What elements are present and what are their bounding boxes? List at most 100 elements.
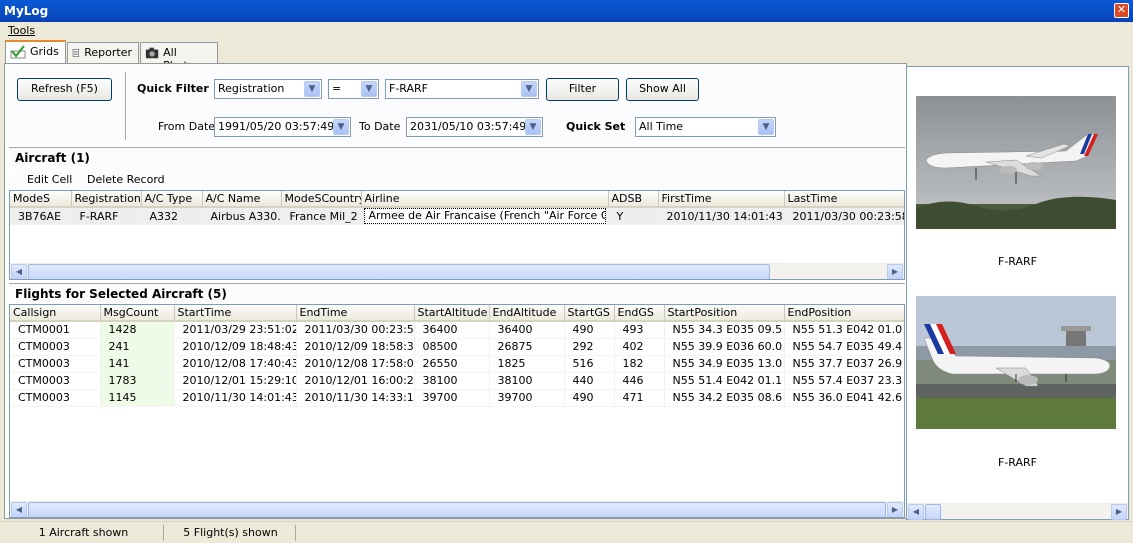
- cell[interactable]: CTM0003: [10, 355, 101, 373]
- aircraft-horizontal-scrollbar[interactable]: ◀ ▶: [10, 263, 904, 279]
- photo-horizontal-scrollbar[interactable]: ◀ ▶: [907, 503, 1128, 520]
- cell[interactable]: CTM0003: [10, 372, 101, 390]
- cell[interactable]: 26550: [414, 355, 490, 373]
- cell[interactable]: 2011/03/30 00:23:58: [296, 321, 415, 339]
- show-all-button[interactable]: Show All: [626, 78, 699, 101]
- cell[interactable]: Airbus A330...: [202, 207, 282, 225]
- cell[interactable]: 490: [564, 321, 615, 339]
- col-header-ac-type[interactable]: A/C Type: [141, 191, 203, 208]
- cell[interactable]: 141: [100, 355, 175, 373]
- col-header-end-time[interactable]: EndTime: [296, 305, 415, 322]
- table-row[interactable]: 3B76AE F-RARF A332 Airbus A330... France…: [10, 207, 904, 225]
- delete-record-button[interactable]: Delete Record: [87, 173, 165, 186]
- cell[interactable]: N55 54.7 E035 49.4: [784, 338, 904, 356]
- col-header-ac-name[interactable]: A/C Name: [202, 191, 282, 208]
- cell[interactable]: 36400: [414, 321, 490, 339]
- table-row[interactable]: CTM0003 141 2010/12/08 17:40:43 2010/12/08 …: [10, 355, 904, 373]
- cell[interactable]: 2010/12/08 17:58:03: [296, 355, 415, 373]
- edit-cell-button[interactable]: Edit Cell: [27, 173, 72, 186]
- col-header-modes-country[interactable]: ModeSCountry: [281, 191, 362, 208]
- cell[interactable]: 2010/12/09 18:58:39: [296, 338, 415, 356]
- col-header-msg-count[interactable]: MsgCount: [100, 305, 175, 322]
- col-header-start-position[interactable]: StartPosition: [664, 305, 785, 322]
- cell[interactable]: Y: [608, 207, 659, 225]
- table-row[interactable]: CTM0003 241 2010/12/09 18:48:43 2010/12/09 …: [10, 338, 904, 356]
- scrollbar-thumb[interactable]: [28, 264, 770, 279]
- cell[interactable]: 36400: [489, 321, 565, 339]
- scrollbar-thumb[interactable]: [925, 504, 941, 520]
- cell[interactable]: 38100: [489, 372, 565, 390]
- cell[interactable]: 471: [614, 389, 665, 407]
- filter-operator-select[interactable]: = ▼: [328, 79, 379, 99]
- scroll-right-icon[interactable]: ▶: [887, 264, 903, 279]
- cell[interactable]: 241: [100, 338, 175, 356]
- cell[interactable]: 490: [564, 389, 615, 407]
- col-header-start-altitude[interactable]: StartAltitude: [414, 305, 490, 322]
- col-header-end-position[interactable]: EndPosition: [784, 305, 904, 322]
- cell[interactable]: 2010/12/09 18:48:43: [174, 338, 297, 356]
- cell[interactable]: 39700: [489, 389, 565, 407]
- cell[interactable]: 446: [614, 372, 665, 390]
- cell[interactable]: N55 57.4 E037 23.3: [784, 372, 904, 390]
- cell[interactable]: CTM0001: [10, 321, 101, 339]
- scroll-left-icon[interactable]: ◀: [11, 264, 27, 279]
- menu-tools[interactable]: Tools: [8, 24, 35, 37]
- scroll-right-icon[interactable]: ▶: [1111, 504, 1127, 520]
- filter-button[interactable]: Filter: [546, 78, 619, 101]
- col-header-registration[interactable]: Registration: [71, 191, 142, 208]
- tab-reporter[interactable]: Reporter: [67, 42, 139, 63]
- cell[interactable]: F-RARF: [71, 207, 142, 225]
- refresh-button[interactable]: Refresh (F5): [17, 78, 112, 101]
- to-date-picker[interactable]: 2031/05/10 03:57:49 ▼: [406, 117, 543, 137]
- cell[interactable]: 1783: [100, 372, 175, 390]
- col-header-end-gs[interactable]: EndGS: [614, 305, 665, 322]
- cell[interactable]: CTM0003: [10, 338, 101, 356]
- cell-selected[interactable]: Armee de Air Francaise (French "Air Forc…: [361, 207, 609, 225]
- tab-all-photos[interactable]: All Photos: [140, 42, 218, 72]
- cell[interactable]: 26875: [489, 338, 565, 356]
- close-button[interactable]: ✕: [1114, 3, 1129, 18]
- scroll-left-icon[interactable]: ◀: [908, 504, 924, 520]
- col-header-adsb[interactable]: ADSB: [608, 191, 659, 208]
- cell[interactable]: 516: [564, 355, 615, 373]
- flights-horizontal-scrollbar[interactable]: ◀ ▶: [10, 501, 904, 517]
- cell[interactable]: 2010/12/01 16:00:29: [296, 372, 415, 390]
- cell[interactable]: 1145: [100, 389, 175, 407]
- from-date-picker[interactable]: 1991/05/20 03:57:49 ▼: [214, 117, 351, 137]
- cell[interactable]: 2011/03/30 00:23:58: [784, 207, 904, 225]
- cell[interactable]: 292: [564, 338, 615, 356]
- cell[interactable]: A332: [141, 207, 203, 225]
- cell[interactable]: 402: [614, 338, 665, 356]
- cell[interactable]: 38100: [414, 372, 490, 390]
- cell[interactable]: N55 34.3 E035 09.5: [664, 321, 785, 339]
- col-header-airline[interactable]: Airline: [361, 191, 609, 208]
- cell[interactable]: 08500: [414, 338, 490, 356]
- filter-value-select[interactable]: F-RARF ▼: [385, 79, 539, 99]
- aircraft-photo-2[interactable]: [916, 296, 1116, 429]
- cell[interactable]: N55 39.9 E036 60.0: [664, 338, 785, 356]
- table-row[interactable]: CTM0003 1145 2010/11/30 14:01:43 2010/11/30…: [10, 389, 904, 407]
- col-header-callsign[interactable]: Callsign: [10, 305, 101, 322]
- quick-set-select[interactable]: All Time ▼: [635, 117, 776, 137]
- scroll-left-icon[interactable]: ◀: [11, 502, 27, 517]
- cell[interactable]: N55 36.0 E041 42.6: [784, 389, 904, 407]
- filter-field-select[interactable]: Registration ▼: [214, 79, 322, 99]
- scroll-right-icon[interactable]: ▶: [887, 502, 903, 517]
- cell[interactable]: 2010/12/08 17:40:43: [174, 355, 297, 373]
- cell[interactable]: 182: [614, 355, 665, 373]
- cell[interactable]: France Mil_2: [281, 207, 362, 225]
- cell[interactable]: CTM0003: [10, 389, 101, 407]
- col-header-first-time[interactable]: FirstTime: [658, 191, 785, 208]
- cell[interactable]: 440: [564, 372, 615, 390]
- cell[interactable]: N55 51.4 E042 01.1: [664, 372, 785, 390]
- cell[interactable]: N55 34.9 E035 13.0: [664, 355, 785, 373]
- cell[interactable]: 2011/03/29 23:51:02: [174, 321, 297, 339]
- cell[interactable]: 39700: [414, 389, 490, 407]
- cell[interactable]: N55 34.2 E035 08.6: [664, 389, 785, 407]
- cell[interactable]: 2010/12/01 15:29:10: [174, 372, 297, 390]
- tab-grids[interactable]: Grids: [5, 40, 66, 64]
- cell[interactable]: 1428: [100, 321, 175, 339]
- scrollbar-thumb[interactable]: [28, 502, 886, 517]
- cell[interactable]: 3B76AE: [10, 207, 72, 225]
- cell[interactable]: 2010/11/30 14:01:43: [174, 389, 297, 407]
